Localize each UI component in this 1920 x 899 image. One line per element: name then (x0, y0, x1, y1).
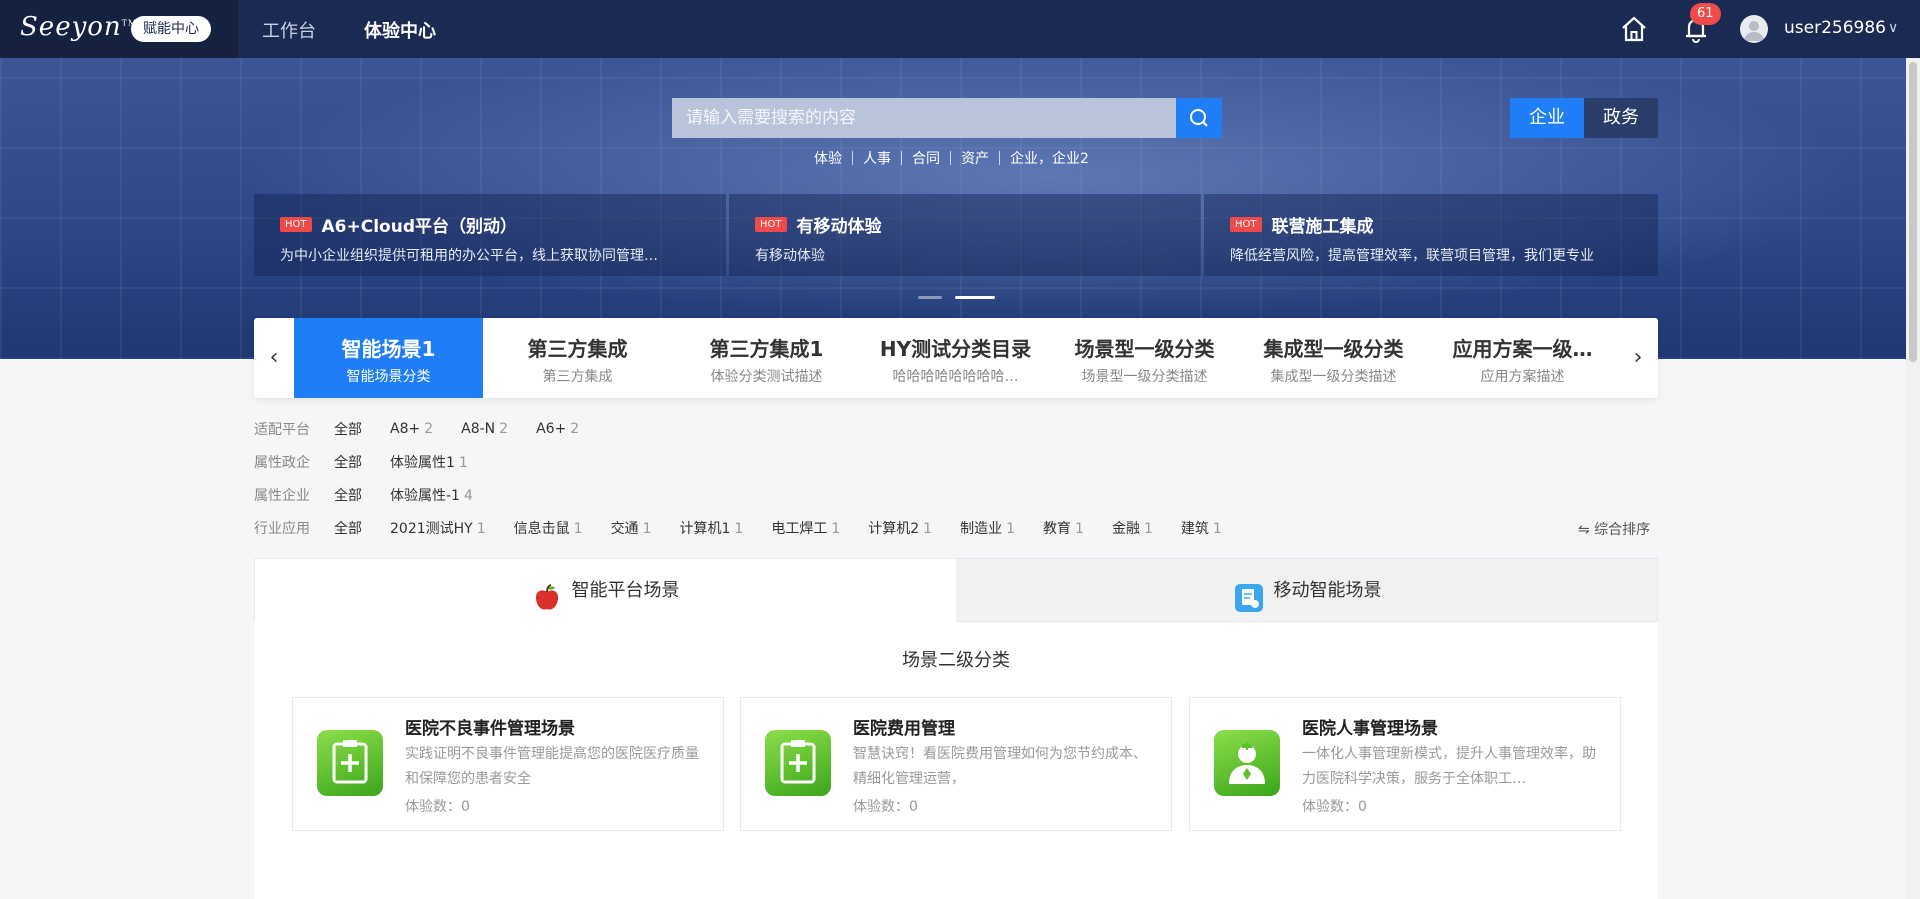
brand-badge[interactable]: 赋能中心 (131, 16, 211, 42)
notification-badge: 61 (1690, 3, 1721, 25)
search-input[interactable] (672, 98, 1176, 138)
filter-row-industry: 行业应用 全部 2021测试HY 1 信息击鼠 1 交通 1 计算机1 1 电工焊工 1 … (254, 517, 1250, 539)
category-item[interactable]: 集成型一级分类 集成型一级分类描述 (1239, 318, 1428, 398)
filter-option[interactable]: 交通 1 (611, 518, 652, 538)
carousel-dot-active[interactable] (955, 296, 995, 299)
filter-option[interactable]: 建筑 1 (1181, 518, 1222, 538)
page-scrollbar[interactable] (1906, 58, 1920, 899)
filter-option[interactable]: 全部 (334, 419, 362, 439)
filter-row-enterprise-attr: 属性企业 全部 体验属性-1 4 (254, 484, 501, 506)
home-icon[interactable] (1620, 16, 1648, 42)
search-icon (1190, 109, 1208, 127)
hot-card-title: A6+Cloud平台（别动） (321, 217, 517, 237)
brand: SeeyonTM 赋能中心 (0, 0, 238, 58)
username[interactable]: user256986 (1784, 18, 1886, 38)
scene-desc: 智慧诀窍！看医院费用管理如何为您节约成本、精细化管理运营， (853, 746, 1147, 787)
category-item[interactable]: 第三方集成1 体验分类测试描述 (672, 318, 861, 398)
filter-option[interactable]: 信息击鼠 1 (514, 518, 583, 538)
hot-word[interactable]: 合同 (902, 148, 950, 168)
nav-workbench[interactable]: 工作台 (262, 17, 316, 43)
hot-word[interactable]: 企业，企业2 (1000, 148, 1099, 168)
filter-option[interactable]: A6+ 2 (536, 421, 579, 437)
filter-option[interactable]: 全部 (334, 485, 362, 505)
filter-option[interactable]: A8-N 2 (461, 421, 508, 437)
hot-card[interactable]: HOT 联营施工集成 降低经营风险，提高管理效率，联营项目管理，我们更专业 (1204, 194, 1658, 276)
scene-count: 体验数：0 (853, 799, 918, 815)
scene-card[interactable]: 医院人事管理场景 一体化人事管理新模式，提升人事管理效率，助力医院科学决策，服务… (1189, 697, 1621, 831)
hot-card-desc: 降低经营风险，提高管理效率，联营项目管理，我们更专业 (1230, 248, 1594, 264)
hot-tag: HOT (1230, 217, 1262, 232)
segment-enterprise[interactable]: 企业 (1510, 98, 1584, 138)
hot-card-desc: 为中小企业组织提供可租用的办公平台，线上获取协同管理… (280, 248, 658, 264)
seeyon-logo[interactable]: SeeyonTM (20, 12, 137, 42)
sort-button[interactable]: ⇋ 综合排序 (1578, 519, 1650, 539)
medical-kit-icon (317, 730, 383, 796)
scene-title: 医院人事管理场景 (1302, 719, 1438, 739)
chevron-down-icon[interactable]: ∨ (1888, 20, 1898, 36)
hot-words: 体验 人事 合同 资产 企业，企业2 (804, 148, 1099, 168)
scene-card[interactable]: 医院不良事件管理场景 实践证明不良事件管理能提高您的医院医疗质量和保障您的患者安… (292, 697, 724, 831)
filter-option[interactable]: 计算机1 1 (679, 518, 743, 538)
doctor-icon (1214, 730, 1280, 796)
section-title: 场景二级分类 (902, 650, 1010, 671)
hot-card[interactable]: HOT 有移动体验 有移动体验 (729, 194, 1201, 276)
avatar[interactable] (1740, 15, 1768, 43)
filter-option[interactable]: 全部 (334, 452, 362, 472)
scene-panel: 智能平台场景 移动智能场景 场景二级分类 医院不良事件管理场景 实践证明不良事件… (254, 558, 1658, 899)
category-item[interactable]: 智能场景1 智能场景分类 (294, 318, 483, 398)
scene-card[interactable]: 医院费用管理 智慧诀窍！看医院费用管理如何为您节约成本、精细化管理运营， 体验数… (740, 697, 1172, 831)
filter-row-platform: 适配平台 全部 A8+ 2 A8-N 2 A6+ 2 (254, 419, 580, 439)
scene-title: 医院不良事件管理场景 (405, 719, 575, 739)
nav-experience-center[interactable]: 体验中心 (364, 17, 436, 43)
hot-card-title: 有移动体验 (796, 217, 882, 237)
scene-count: 体验数：0 (1302, 799, 1367, 815)
hot-card-title: 联营施工集成 (1271, 217, 1374, 237)
scene-count: 体验数：0 (405, 799, 470, 815)
filter-option[interactable]: 体验属性1 1 (390, 452, 468, 472)
scene-desc: 一体化人事管理新模式，提升人事管理效率，助力医院科学决策，服务于全体职工… (1302, 746, 1596, 787)
hot-tag: HOT (755, 217, 787, 232)
scrollbar-thumb[interactable] (1909, 62, 1917, 362)
filter-option[interactable]: 全部 (334, 518, 362, 538)
scene-title: 医院费用管理 (853, 719, 955, 739)
filter-option[interactable]: 体验属性-1 4 (390, 485, 473, 505)
mobile-app-icon (1234, 576, 1264, 612)
category-item[interactable]: 第三方集成 第三方集成 (483, 318, 672, 398)
top-nav: SeeyonTM 赋能中心 工作台 体验中心 61 user256986 ∨ (0, 0, 1920, 58)
medical-kit-icon (765, 730, 831, 796)
hot-word[interactable]: 人事 (853, 148, 901, 168)
tab-bar: 智能平台场景 移动智能场景 (254, 558, 1658, 623)
filter-option[interactable]: 金融 1 (1112, 518, 1153, 538)
category-item[interactable]: HY测试分类目录 哈哈哈哈哈哈哈哈… (861, 318, 1050, 398)
chevron-left-icon[interactable]: ‹ (254, 318, 294, 398)
hot-card-desc: 有移动体验 (755, 248, 825, 264)
hot-card[interactable]: HOT A6+Cloud平台（别动） 为中小企业组织提供可租用的办公平台，线上获取… (254, 194, 726, 276)
category-item[interactable]: 场景型一级分类 场景型一级分类描述 (1050, 318, 1239, 398)
category-strip: ‹ 智能场景1 智能场景分类 第三方集成 第三方集成 第三方集成1 体验分类测试… (254, 318, 1658, 398)
search-button[interactable] (1176, 98, 1222, 138)
filter-option[interactable]: 电工焊工 1 (771, 518, 840, 538)
hot-tag: HOT (280, 217, 312, 232)
filter-row-gov-attr: 属性政企 全部 体验属性1 1 (254, 451, 496, 473)
tab-mobile-smart[interactable]: 移动智能场景 (957, 559, 1658, 623)
hot-word[interactable]: 资产 (951, 148, 999, 168)
scene-desc: 实践证明不良事件管理能提高您的医院医疗质量和保障您的患者安全 (405, 746, 699, 787)
tab-smart-platform[interactable]: 智能平台场景 (255, 559, 956, 623)
category-item[interactable]: 应用方案一级… 应用方案描述 (1428, 318, 1617, 398)
chevron-right-icon[interactable]: › (1618, 318, 1658, 398)
apple-icon (532, 576, 562, 610)
filter-option[interactable]: A8+ 2 (390, 421, 433, 437)
segment-government[interactable]: 政务 (1584, 98, 1658, 138)
filter-option[interactable]: 2021测试HY 1 (390, 518, 486, 538)
carousel-dot[interactable] (918, 296, 942, 299)
filter-option[interactable]: 制造业 1 (960, 518, 1015, 538)
hot-word[interactable]: 体验 (804, 148, 852, 168)
filter-option[interactable]: 计算机2 1 (868, 518, 932, 538)
filter-option[interactable]: 教育 1 (1043, 518, 1084, 538)
